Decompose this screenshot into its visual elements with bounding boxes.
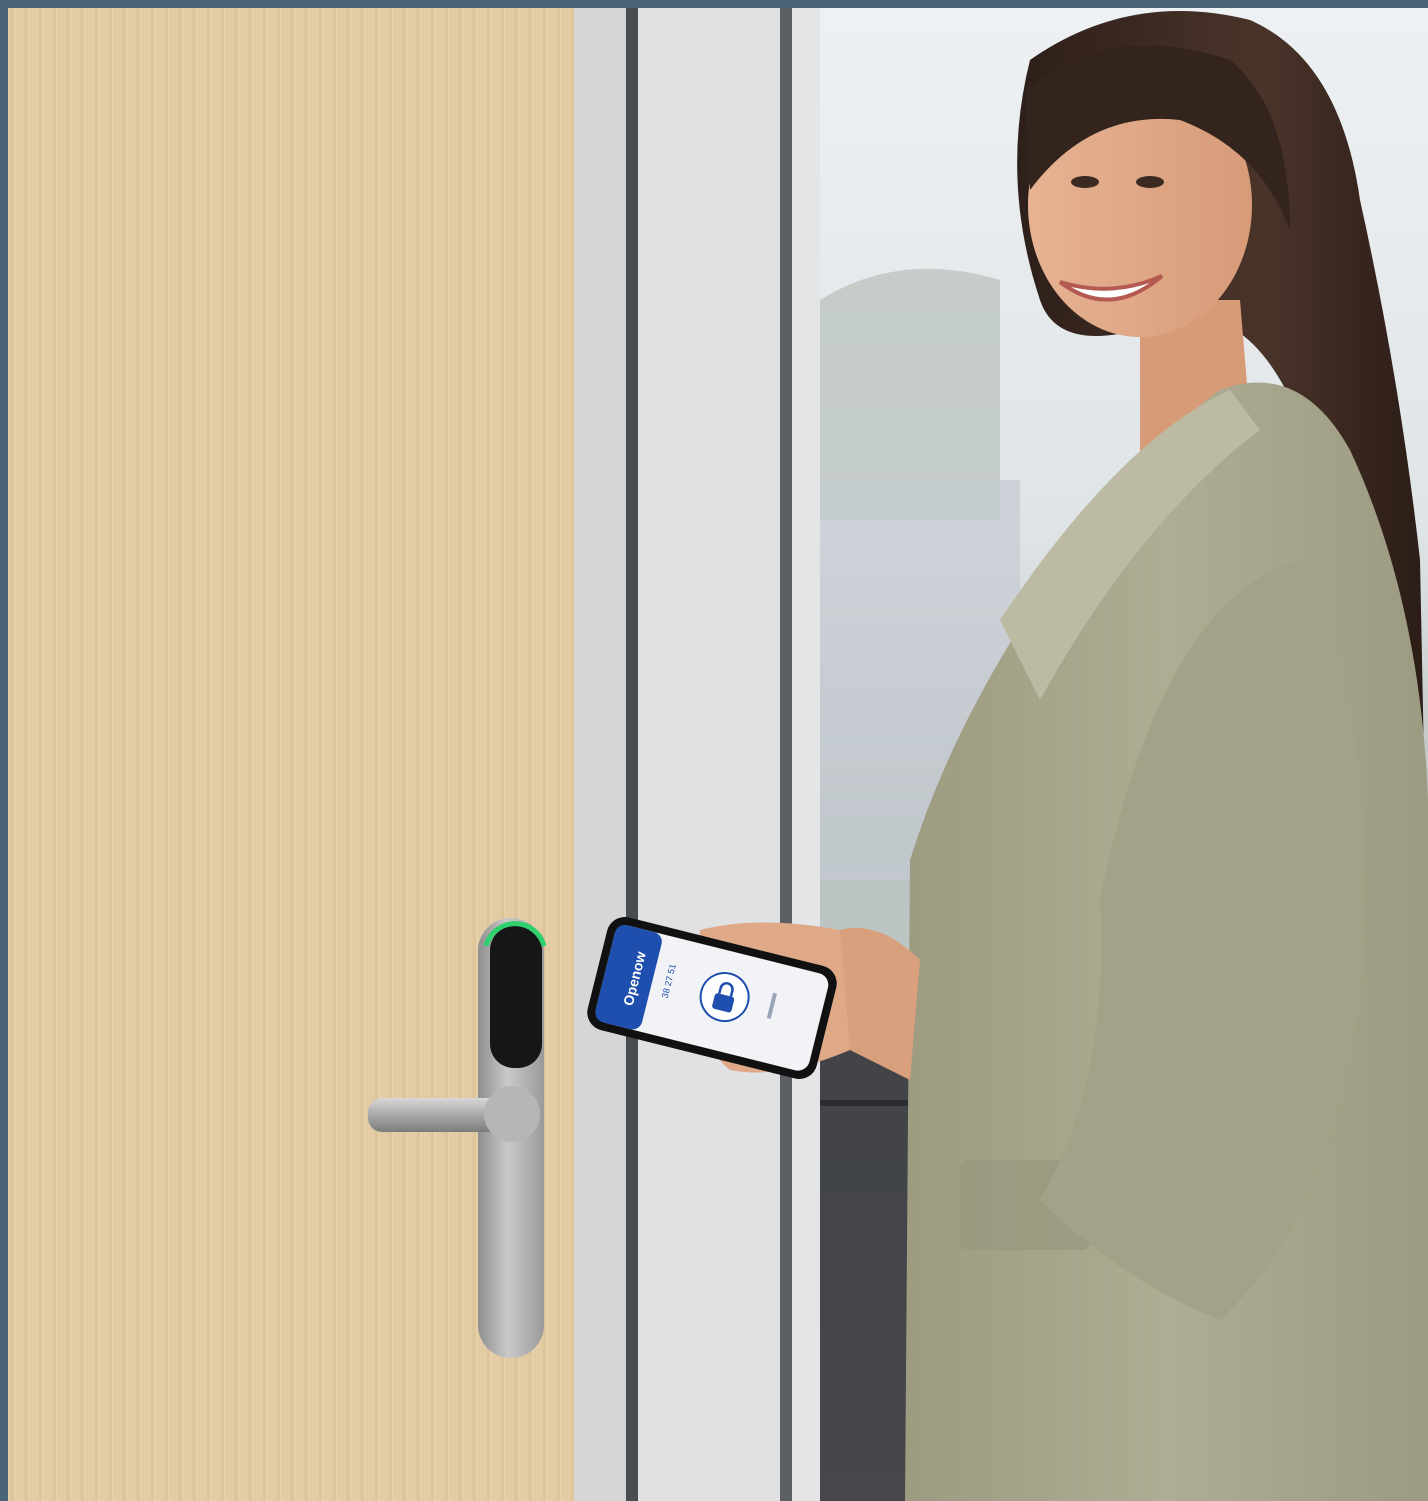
- frame-shadow-line: [626, 8, 638, 1501]
- handle-rose: [484, 1086, 540, 1142]
- window-mullion: [792, 8, 820, 1501]
- eye-right: [1136, 176, 1164, 188]
- photo-scene: Openow 38 27 51: [0, 0, 1428, 1501]
- eye-left: [1071, 176, 1099, 188]
- wall-panel: [638, 8, 783, 1501]
- lock-reader: [490, 926, 542, 1068]
- window-mullion-dark: [780, 8, 792, 1501]
